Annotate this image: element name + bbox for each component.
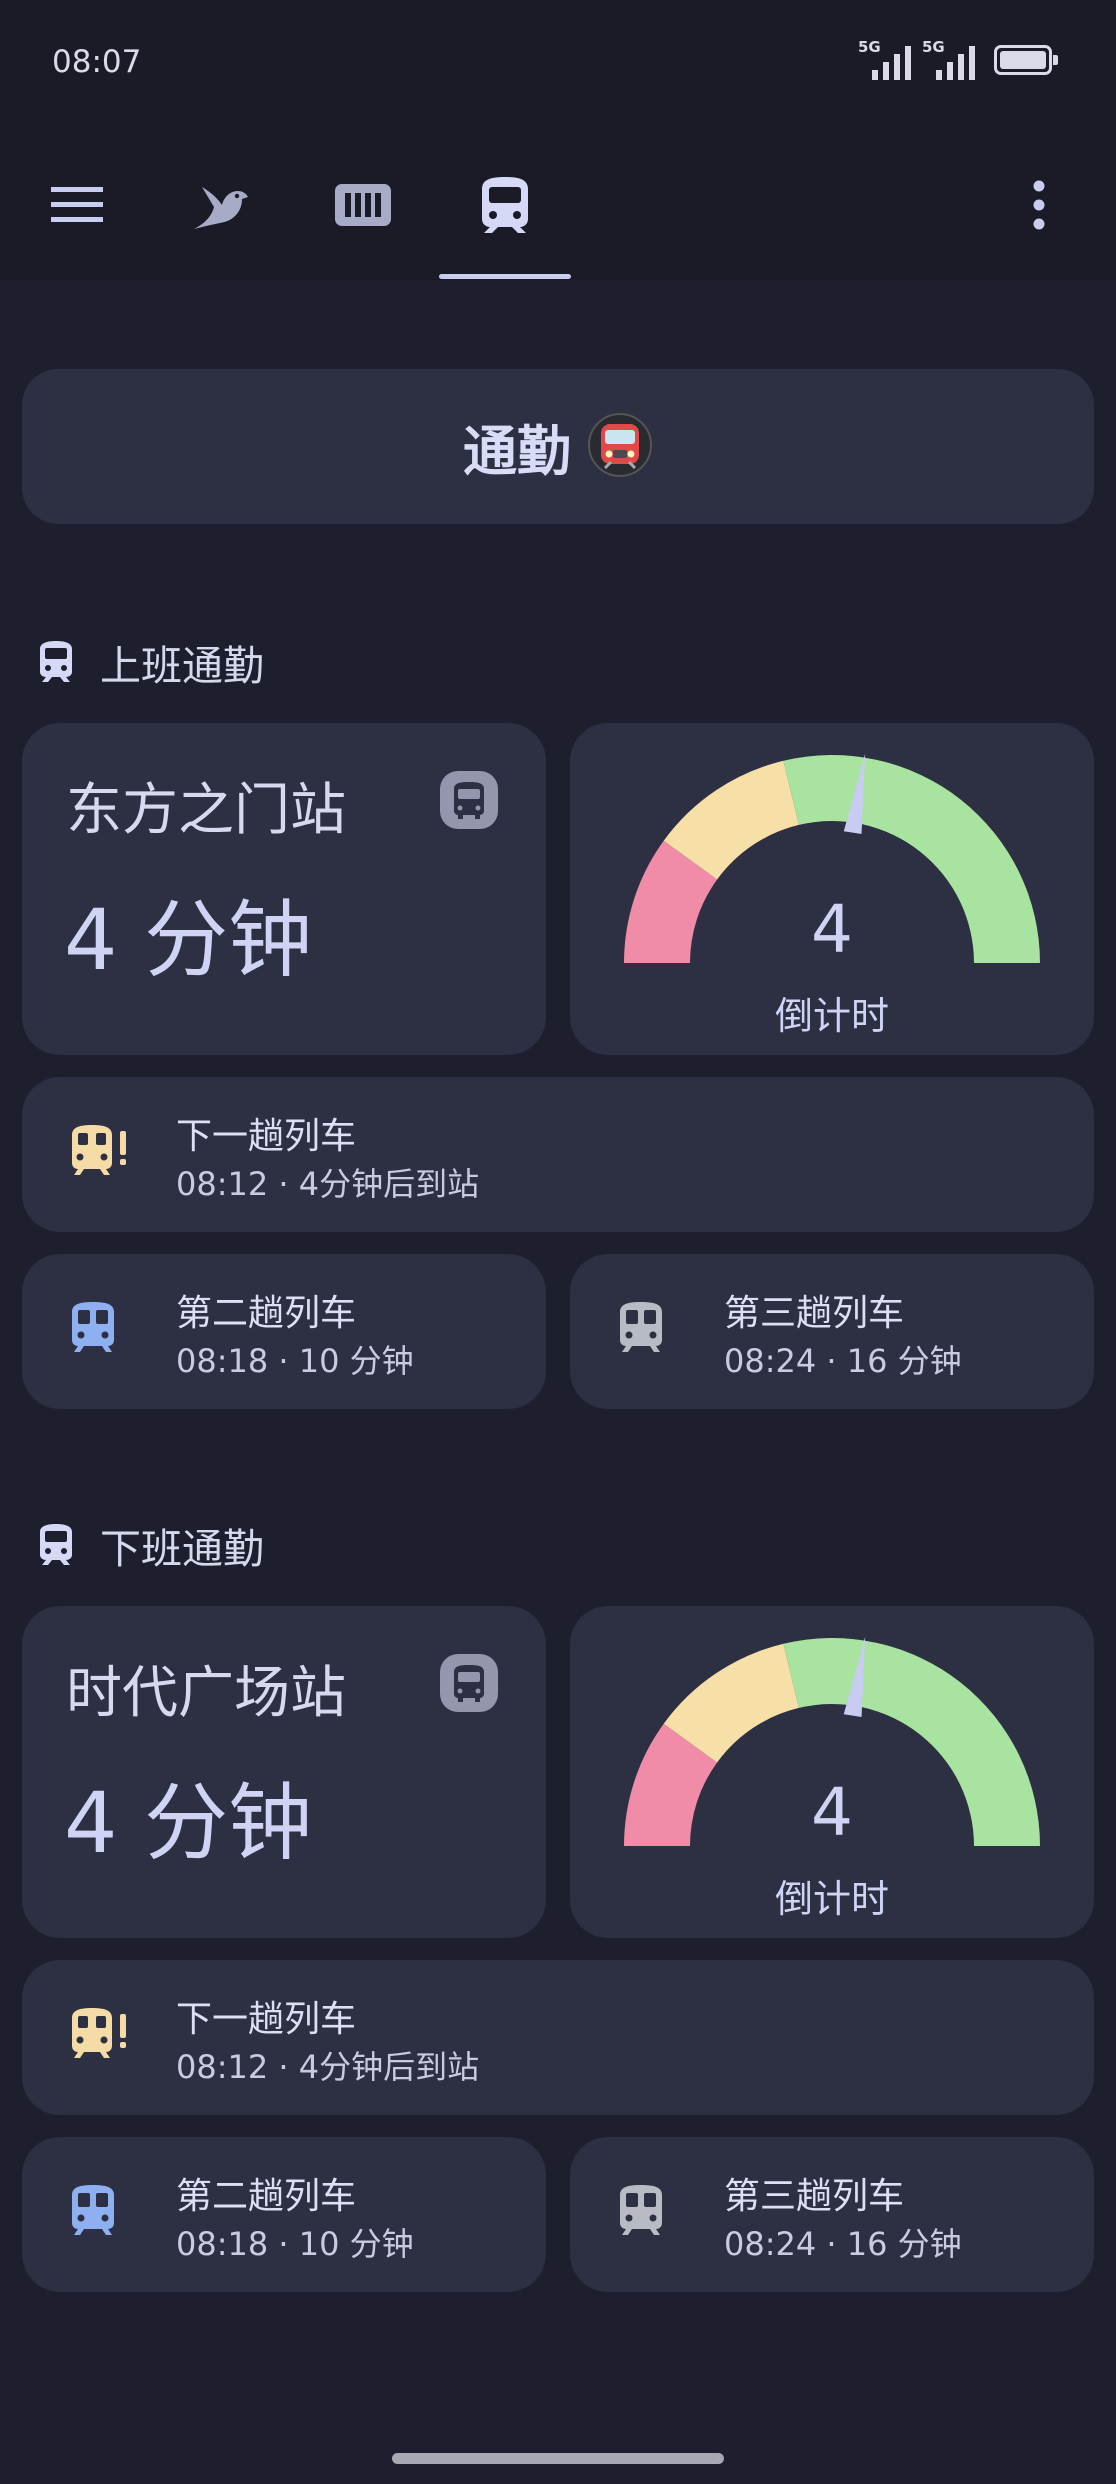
second-train-card[interactable]: 第二趟列车 08:18 · 10 分钟: [22, 2137, 546, 2292]
minutes-remaining: 4 分钟: [64, 1774, 313, 1872]
station-name: 东方之门站: [66, 778, 346, 843]
tab-commute[interactable]: [470, 170, 540, 240]
train-alert-icon: [68, 2006, 130, 2068]
page-title: 通勤: [463, 420, 571, 483]
status-time: 08:07: [52, 44, 142, 80]
menu-icon[interactable]: [42, 170, 112, 240]
train-subtitle: 08:18 · 10 分钟: [176, 1342, 414, 1380]
status-bar: 08:07 5G 5G: [0, 0, 1116, 128]
train-icon: [482, 177, 528, 233]
third-train-card[interactable]: 第三趟列车 08:24 · 16 分钟: [570, 1254, 1094, 1409]
section-heading: 上班通勤: [100, 642, 264, 690]
tab-keyboard[interactable]: [328, 170, 398, 240]
train-icon: [68, 1300, 118, 1362]
gauge-value: 4: [811, 891, 853, 968]
bus-icon: [440, 771, 498, 833]
gauge-label: 倒计时: [774, 994, 889, 1038]
signal-icon: 5G: [858, 38, 911, 80]
section-header-to-work: 上班通勤: [36, 632, 264, 692]
train-subtitle: 08:12 · 4分钟后到站: [176, 2048, 480, 2086]
train-title: 下一趟列车: [176, 1116, 357, 1157]
keyboard-icon: [335, 184, 391, 226]
third-train-card[interactable]: 第三趟列车 08:24 · 16 分钟: [570, 2137, 1094, 2292]
bus-icon: [440, 1654, 498, 1716]
train-title: 第三趟列车: [724, 2176, 905, 2217]
next-train-card[interactable]: 下一趟列车 08:12 · 4分钟后到站: [22, 1077, 1094, 1232]
station-card[interactable]: 时代广场站 4 分钟: [22, 1606, 546, 1938]
top-app-bar: [0, 128, 1116, 280]
section-heading: 下班通勤: [100, 1525, 264, 1573]
bird-icon: [194, 187, 248, 229]
more-vertical-icon[interactable]: [1004, 170, 1074, 240]
gauge-label: 倒计时: [774, 1877, 889, 1921]
signal-icon: 5G: [922, 38, 975, 80]
section-header-from-work: 下班通勤: [36, 1515, 264, 1575]
second-train-card[interactable]: 第二趟列车 08:18 · 10 分钟: [22, 1254, 546, 1409]
tab-indicator: [439, 274, 571, 279]
train-title: 第三趟列车: [724, 1293, 905, 1334]
status-icons: 5G 5G: [858, 38, 1058, 80]
countdown-gauge-card: 4 倒计时: [570, 1606, 1094, 1938]
train-icon: [616, 2183, 666, 2245]
gauge-value: 4: [811, 1774, 853, 1851]
tab-bird[interactable]: [186, 170, 256, 240]
train-subtitle: 08:18 · 10 分钟: [176, 2225, 414, 2263]
battery-icon: [994, 45, 1058, 75]
minutes-remaining: 4 分钟: [64, 891, 313, 989]
home-indicator[interactable]: [392, 2453, 724, 2464]
train-icon: [40, 1524, 72, 1565]
train-alert-icon: [68, 1123, 130, 1185]
train-icon: [40, 641, 72, 682]
train-subtitle: 08:12 · 4分钟后到站: [176, 1165, 480, 1203]
station-card[interactable]: 东方之门站 4 分钟: [22, 723, 546, 1055]
train-icon: [616, 1300, 666, 1362]
train-title: 第二趟列车: [176, 1293, 357, 1334]
title-card: 通勤: [22, 369, 1094, 524]
train-title: 第二趟列车: [176, 2176, 357, 2217]
train-title: 下一趟列车: [176, 1999, 357, 2040]
train-subtitle: 08:24 · 16 分钟: [724, 2225, 962, 2263]
next-train-card[interactable]: 下一趟列车 08:12 · 4分钟后到站: [22, 1960, 1094, 2115]
metro-emoji-icon: [587, 412, 653, 482]
station-name: 时代广场站: [66, 1661, 346, 1726]
train-icon: [68, 2183, 118, 2245]
countdown-gauge-card: 4 倒计时: [570, 723, 1094, 1055]
train-subtitle: 08:24 · 16 分钟: [724, 1342, 962, 1380]
